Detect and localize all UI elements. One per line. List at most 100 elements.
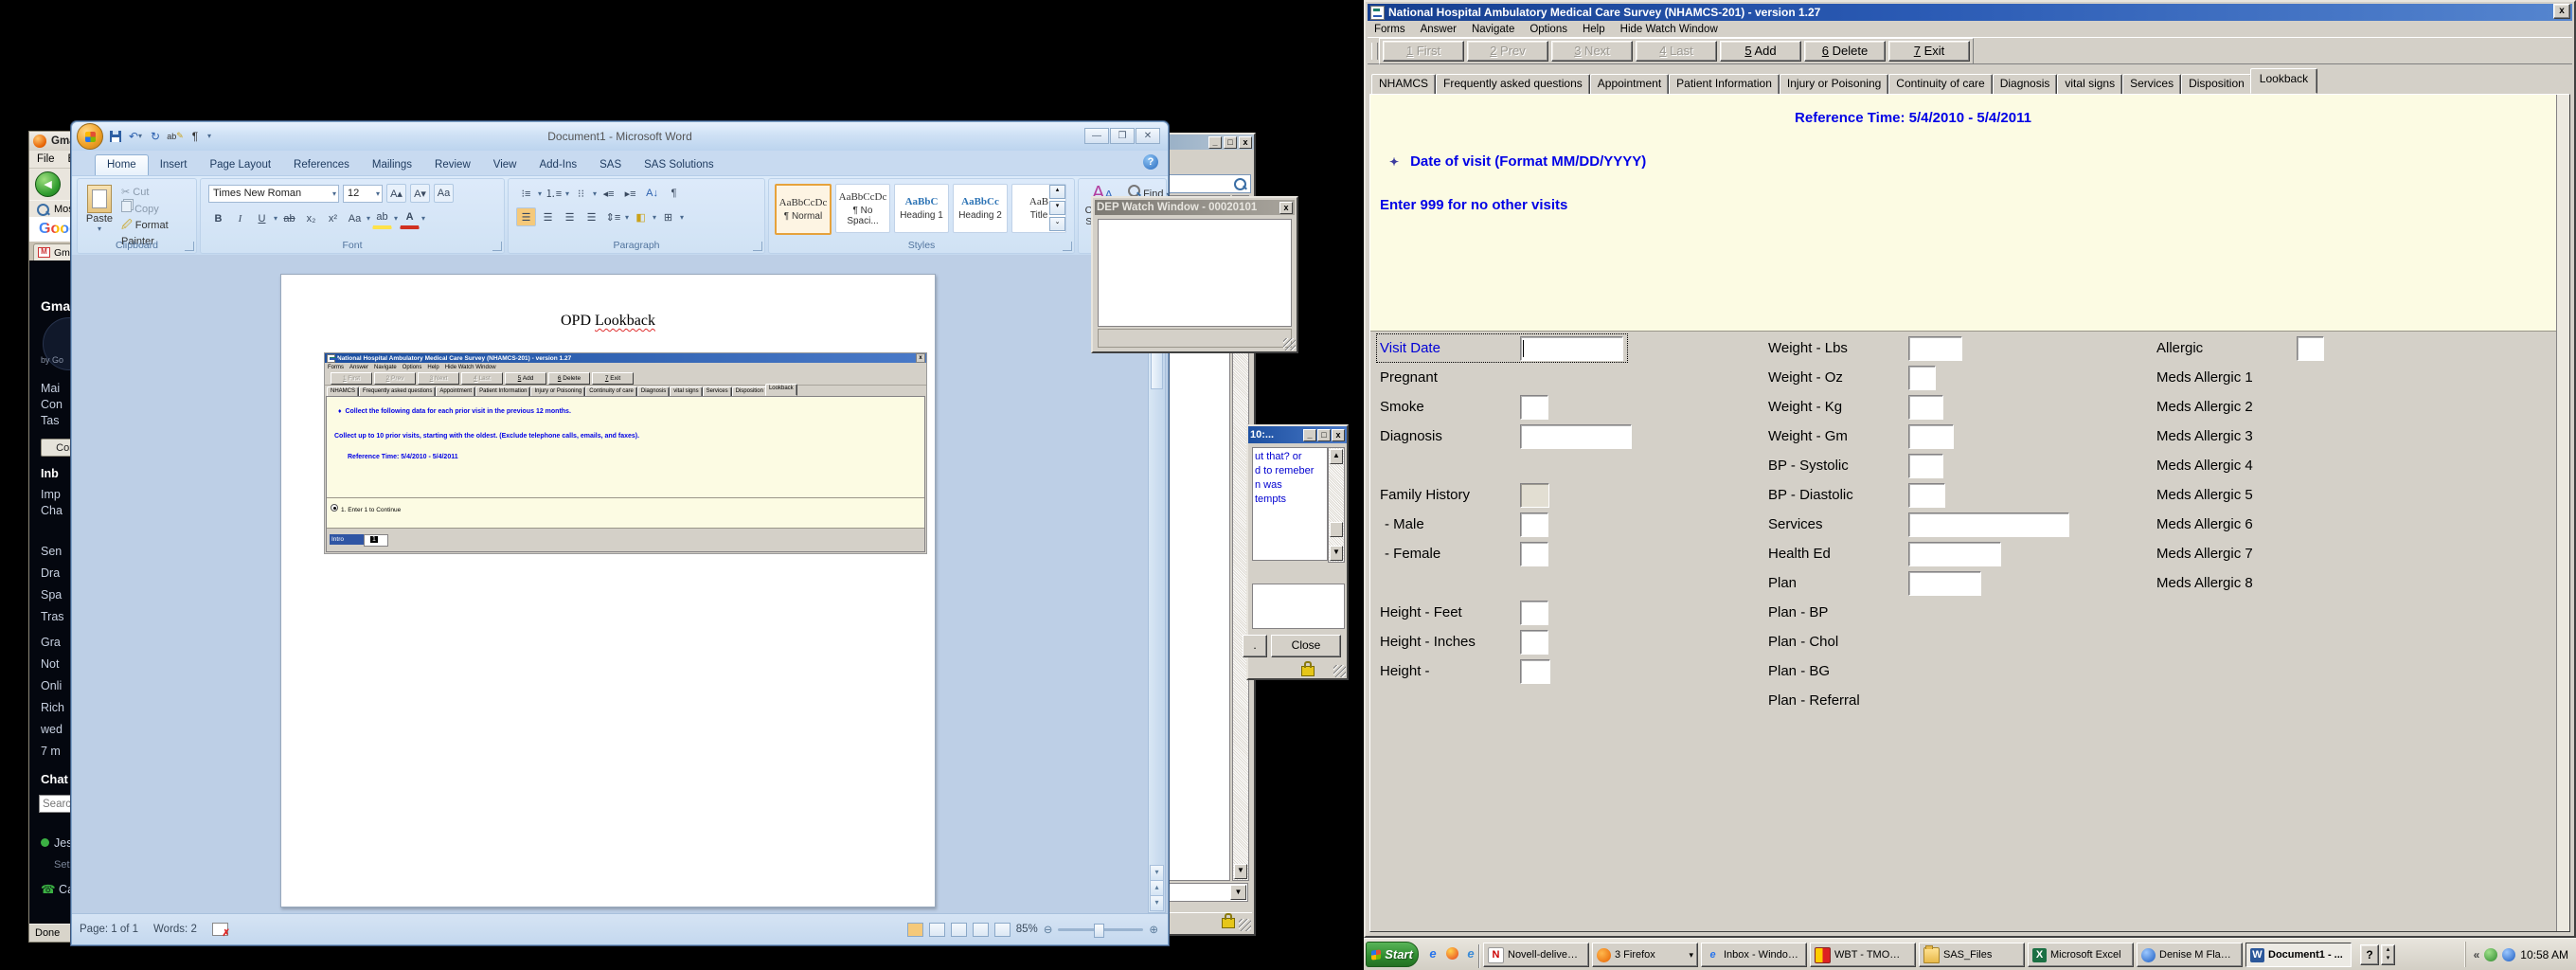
spellcheck-icon[interactable] (211, 923, 230, 939)
next-page-icon[interactable]: ▾ (1150, 895, 1164, 911)
web-layout-view-button[interactable] (950, 922, 967, 937)
scroll-up-arrow[interactable]: ▲ (1330, 449, 1343, 464)
nav-link[interactable]: 7 m (41, 741, 64, 763)
fullscreen-view-button[interactable] (928, 922, 945, 937)
document-page[interactable]: OPD Lookback National Hospital Ambulator… (280, 274, 936, 907)
dep-titlebar[interactable]: DEP Watch Window - 00020101 x (1095, 200, 1295, 215)
tab[interactable]: Continuity of care (1888, 74, 1993, 95)
ribbon-tab[interactable]: Add-Ins (528, 155, 588, 175)
field-input[interactable] (1520, 394, 1548, 420)
field-input[interactable] (1908, 541, 2001, 566)
nav-link[interactable]: Mai (41, 382, 63, 398)
paragraph-marks-icon[interactable]: ¶ (188, 129, 203, 144)
nhamcs-titlebar[interactable]: National Hospital Ambulatory Medical Car… (1368, 4, 2572, 21)
menu-item[interactable]: Answer (1414, 23, 1463, 36)
field-input[interactable] (1908, 570, 1981, 596)
taskbar-app-button[interactable]: Microsoft Excel (2028, 943, 2134, 967)
outline-view-button[interactable] (972, 922, 989, 937)
tab[interactable]: NHAMCS (1371, 74, 1437, 95)
toolbar-button[interactable]: 6 Delete (1804, 40, 1886, 62)
field-input[interactable] (1908, 335, 1962, 361)
align-right-icon[interactable]: ☰ (560, 207, 580, 226)
sort-icon[interactable]: A↓ (642, 184, 662, 203)
dep-content[interactable] (1098, 219, 1292, 327)
style-chip[interactable]: AaBbCcDc ¶ Normal (775, 184, 832, 235)
word-titlebar[interactable]: Document1 - Microsoft Word (72, 122, 1168, 151)
shading-icon[interactable]: ◧ (631, 207, 651, 226)
dialog-titlebar[interactable]: 10:... _ □ x (1248, 426, 1347, 443)
help-tray-button[interactable]: ? (2360, 944, 2379, 965)
tab[interactable]: vital signs (2057, 74, 2123, 95)
paste-button[interactable]: Paste ▾ (83, 185, 116, 233)
minimize-button[interactable]: _ (1208, 135, 1222, 149)
field-input[interactable] (1520, 335, 1623, 361)
highlight-icon[interactable]: ab (372, 207, 393, 229)
spelling-icon[interactable]: ab ✎ (167, 129, 184, 144)
toolbar-button[interactable]: 7 Exit (1888, 40, 1970, 62)
taskbar-app-button[interactable]: WBT - TMOUSER... (1810, 943, 1916, 967)
taskbar-app-button[interactable]: 3 Firefox ▾ (1592, 943, 1698, 967)
field-input[interactable] (1908, 482, 1945, 508)
nav-link[interactable]: Imp (41, 488, 63, 504)
minimize-button[interactable]: _ (1303, 428, 1316, 441)
field-input[interactable] (2297, 335, 2324, 361)
clock[interactable]: 10:58 AM (2520, 948, 2568, 961)
copy-button[interactable]: Copy (121, 201, 196, 218)
dialog-launcher-icon[interactable] (492, 242, 502, 251)
start-button[interactable]: Start (1366, 942, 1419, 967)
inbox-link[interactable]: Inb (41, 467, 59, 480)
style-chip[interactable]: AaBbC Heading 1 (894, 184, 949, 233)
previous-page-icon[interactable]: ▴ (1150, 880, 1164, 896)
numbering-icon[interactable]: ⒈≡ (544, 184, 564, 203)
font-family-combo[interactable]: Times New Roman ▾ (208, 184, 339, 203)
toolbar-button[interactable]: 1 First (1383, 40, 1464, 62)
nav-link[interactable]: Cha (41, 504, 63, 520)
zoom-slider-thumb[interactable] (1094, 923, 1105, 938)
align-left-icon[interactable]: ☰ (516, 207, 536, 226)
scroll-thumb[interactable] (1330, 522, 1343, 537)
scroll-down-arrow[interactable]: ▼ (1330, 546, 1343, 561)
field-input[interactable] (1908, 394, 1943, 420)
taskbar-app-button[interactable]: Denise M Flanag... (2137, 943, 2243, 967)
nav-link[interactable]: Onli (41, 675, 64, 697)
dialog-launcher-icon[interactable] (1063, 242, 1072, 251)
zoom-slider[interactable] (1058, 923, 1144, 938)
nav-link[interactable]: Dra (41, 563, 64, 584)
help-icon[interactable]: ? (1143, 154, 1158, 170)
zoom-out-icon[interactable]: ⊖ (1044, 923, 1053, 936)
ribbon-tab[interactable]: SAS (588, 155, 633, 175)
tab[interactable]: Frequently asked questions (1436, 74, 1590, 95)
print-layout-view-button[interactable] (906, 922, 923, 937)
scroll-up-icon[interactable]: ▴ (1049, 185, 1065, 199)
menu-item[interactable]: Help (1576, 23, 1612, 36)
ribbon-tab[interactable]: References (282, 155, 361, 175)
justify-icon[interactable]: ☰ (581, 207, 601, 226)
partial-button[interactable]: . (1243, 635, 1267, 657)
underline-icon[interactable]: U (252, 209, 272, 228)
tab[interactable]: Services (2122, 74, 2182, 95)
borders-icon[interactable]: ⊞ (658, 207, 678, 226)
ie-quicklaunch-icon[interactable]: e (1424, 943, 1441, 962)
office-button[interactable] (77, 123, 103, 150)
ribbon-tab[interactable]: Review (423, 155, 482, 175)
bold-icon[interactable]: B (208, 209, 228, 228)
nav-link[interactable]: Tras (41, 606, 64, 628)
taskbar-app-button[interactable]: Inbox - Window... (1701, 943, 1807, 967)
menu-item[interactable]: Forms (1368, 23, 1412, 36)
content-right-edge[interactable] (2556, 95, 2569, 931)
back-button[interactable]: ◄ (35, 171, 61, 197)
menu-item[interactable]: File (37, 153, 55, 165)
zoom-level[interactable]: 85% (1016, 924, 1038, 935)
field-input[interactable] (1908, 365, 1936, 390)
tab[interactable]: Patient Information (1669, 74, 1780, 95)
line-spacing-icon[interactable]: ⇕≡ (603, 207, 623, 226)
resize-grip[interactable] (1239, 919, 1251, 931)
maximize-button[interactable]: □ (1224, 135, 1237, 149)
close-button[interactable]: ✕ (1136, 128, 1160, 144)
dialog-launcher-icon[interactable] (185, 242, 194, 251)
word-count[interactable]: Words: 2 (153, 924, 197, 935)
italic-icon[interactable]: I (230, 209, 250, 228)
close-button[interactable]: x (1332, 428, 1345, 441)
nav-link[interactable]: Sen (41, 541, 64, 563)
save-icon[interactable] (108, 129, 123, 144)
